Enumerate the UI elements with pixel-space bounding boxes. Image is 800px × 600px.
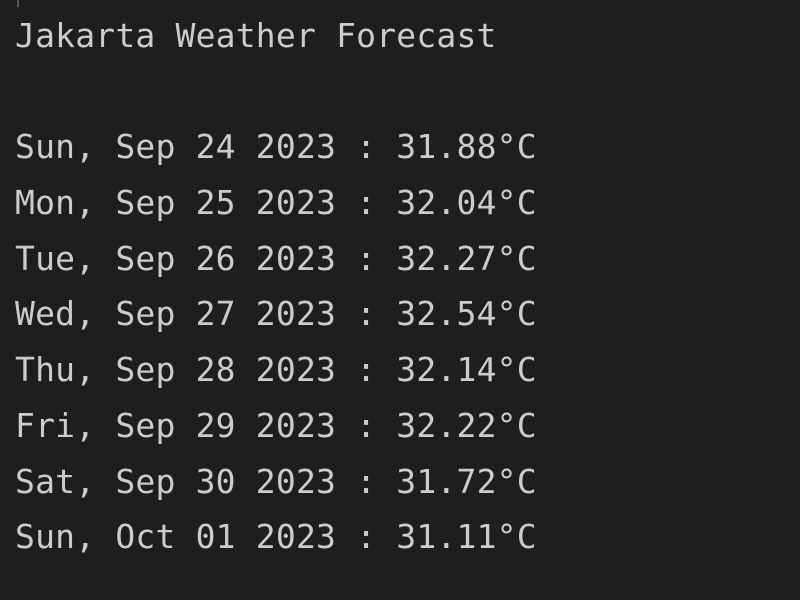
forecast-row: Sat, Sep 30 2023 : 31.72°C: [15, 462, 537, 502]
forecast-date: Sun, Oct 01 2023: [15, 517, 337, 556]
forecast-date: Wed, Sep 27 2023: [15, 294, 337, 333]
forecast-separator: :: [336, 517, 397, 556]
forecast-separator: :: [336, 183, 397, 222]
forecast-separator: :: [336, 350, 397, 389]
forecast-temperature: 32.14°C: [396, 350, 537, 389]
forecast-date: Thu, Sep 28 2023: [15, 350, 337, 389]
cursor-marker: [17, 0, 19, 7]
forecast-row: Thu, Sep 28 2023 : 32.14°C: [15, 350, 537, 390]
forecast-separator: :: [336, 462, 397, 501]
forecast-row: Tue, Sep 26 2023 : 32.27°C: [15, 239, 537, 279]
forecast-separator: :: [336, 406, 397, 445]
forecast-temperature: 32.27°C: [396, 239, 537, 278]
forecast-temperature: 31.88°C: [396, 127, 537, 166]
forecast-date: Sat, Sep 30 2023: [15, 462, 337, 501]
forecast-row: Sun, Oct 01 2023 : 31.11°C: [15, 517, 537, 557]
forecast-temperature: 31.72°C: [396, 462, 537, 501]
forecast-separator: :: [336, 239, 397, 278]
forecast-temperature: 32.22°C: [396, 406, 537, 445]
forecast-date: Sun, Sep 24 2023: [15, 127, 337, 166]
forecast-row: Sun, Sep 24 2023 : 31.88°C: [15, 127, 537, 167]
forecast-temperature: 32.04°C: [396, 183, 537, 222]
forecast-temperature: 32.54°C: [396, 294, 537, 333]
forecast-separator: :: [336, 127, 397, 166]
forecast-title: Jakarta Weather Forecast: [15, 16, 497, 55]
terminal-output: Jakarta Weather Forecast Sun, Sep 24 202…: [0, 0, 800, 600]
forecast-row: Wed, Sep 27 2023 : 32.54°C: [15, 294, 537, 334]
forecast-temperature: 31.11°C: [396, 517, 537, 556]
forecast-date: Fri, Sep 29 2023: [15, 406, 337, 445]
forecast-date: Tue, Sep 26 2023: [15, 239, 337, 278]
forecast-row: Fri, Sep 29 2023 : 32.22°C: [15, 406, 537, 446]
forecast-row: Mon, Sep 25 2023 : 32.04°C: [15, 183, 537, 223]
forecast-separator: :: [336, 294, 397, 333]
forecast-date: Mon, Sep 25 2023: [15, 183, 337, 222]
